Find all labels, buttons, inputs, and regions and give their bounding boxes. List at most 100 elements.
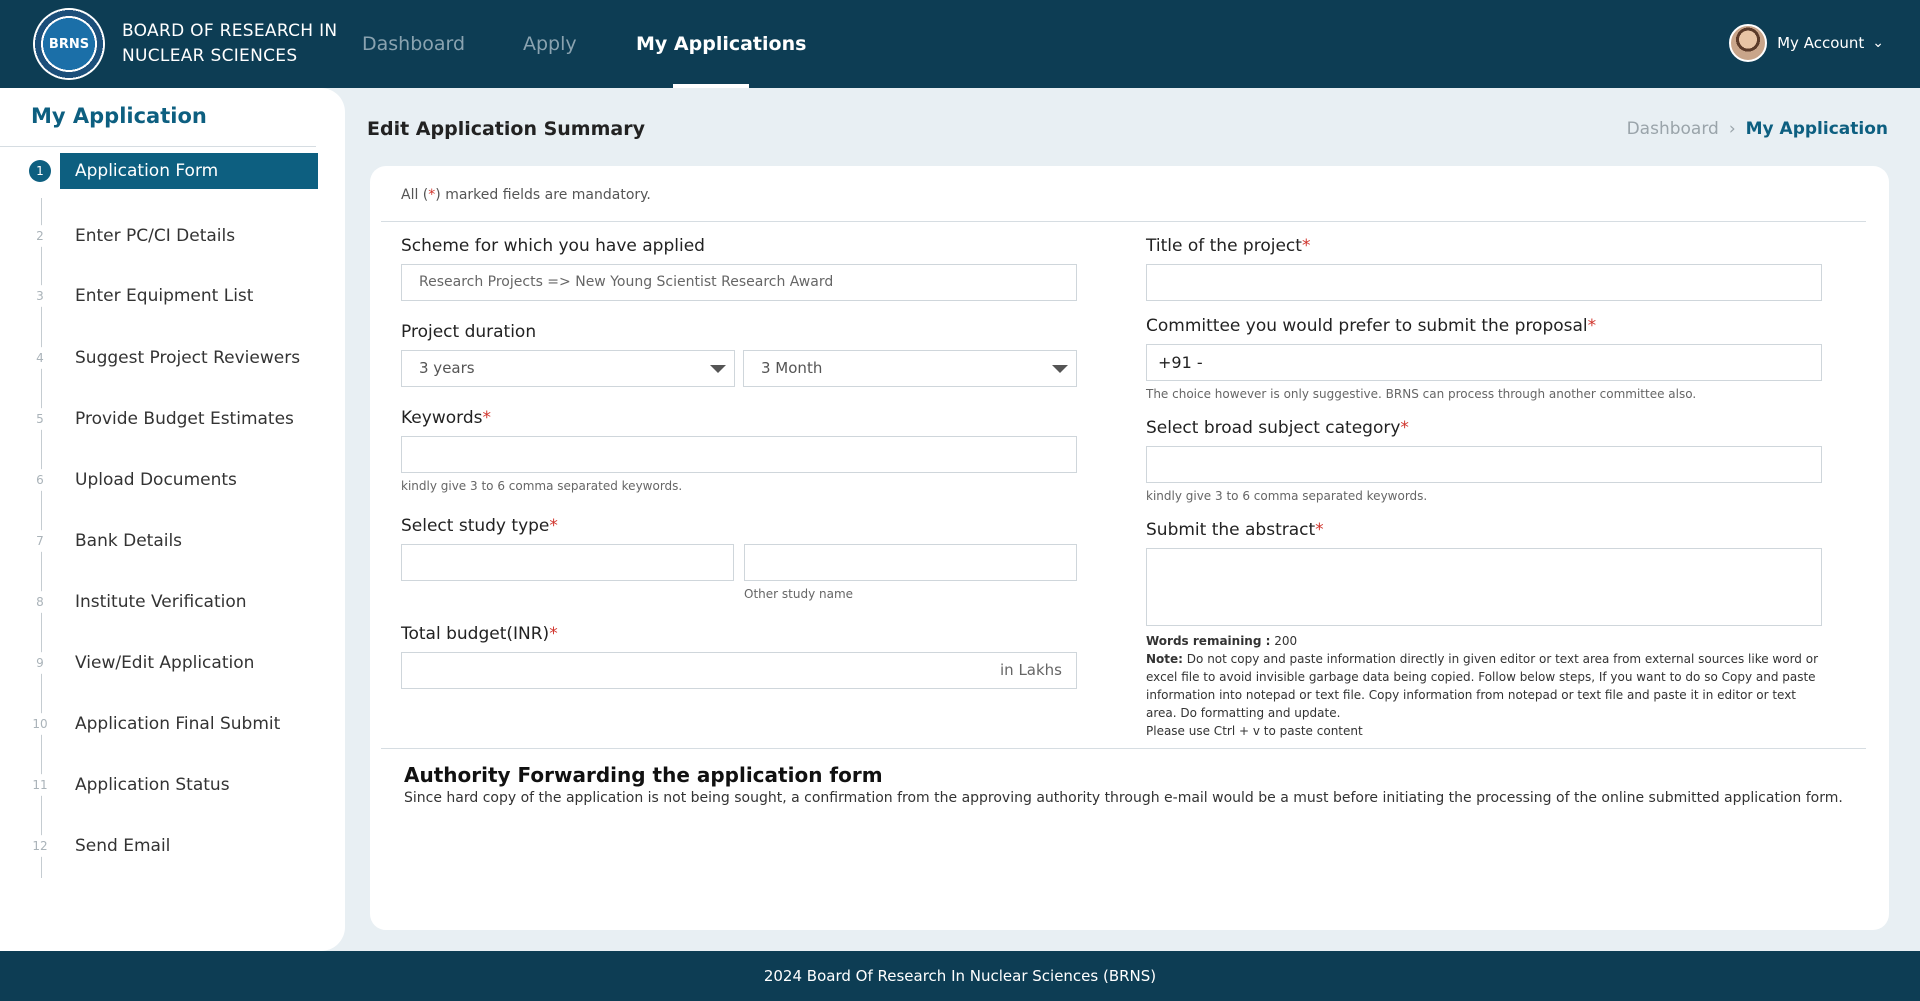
required-star: * — [1587, 316, 1597, 336]
authority-text: Since hard copy of the application is no… — [404, 790, 1843, 806]
breadcrumb-separator: › — [1728, 119, 1736, 139]
step-label: Application Form — [75, 161, 219, 181]
project-title-label-text: Title of the project — [1146, 236, 1302, 256]
duration-years-value: 3 years — [419, 359, 475, 377]
subject-category-label-text: Select broad subject category — [1146, 418, 1401, 438]
step-number: 8 — [29, 591, 51, 613]
words-remaining-label: Words remaining : — [1146, 634, 1271, 648]
sidebar-step-5[interactable]: 5 Provide Budget Estimates — [29, 402, 319, 436]
abstract-label: Submit the abstract* — [1146, 520, 1324, 540]
step-number: 1 — [29, 160, 51, 182]
org-name-line1: BOARD OF RESEARCH IN — [122, 21, 338, 41]
mandatory-note: All (*) marked fields are mandatory. — [401, 187, 651, 203]
mandatory-suffix: ) marked fields are mandatory. — [435, 187, 651, 203]
required-star: * — [482, 408, 491, 428]
sidebar-step-7[interactable]: 7 Bank Details — [29, 524, 319, 558]
words-remaining: Words remaining : 200 — [1146, 632, 1826, 650]
budget-unit: in Lakhs — [1000, 661, 1062, 679]
step-label: Send Email — [75, 836, 171, 856]
step-label: Application Final Submit — [75, 714, 281, 734]
committee-label: Committee you would prefer to submit the… — [1146, 316, 1596, 336]
other-study-hint: Other study name — [744, 587, 854, 601]
note-text: Do not copy and paste information direct… — [1146, 652, 1818, 720]
account-menu[interactable]: My Account ⌄ — [1729, 23, 1884, 63]
required-star: * — [1301, 236, 1311, 256]
step-number: 10 — [29, 713, 51, 735]
nav-my-applications[interactable]: My Applications — [636, 0, 806, 88]
study-type-label: Select study type* — [401, 516, 558, 536]
study-type-label-text: Select study type — [401, 516, 550, 536]
abstract-textarea[interactable] — [1146, 548, 1822, 626]
step-label: View/Edit Application — [75, 653, 255, 673]
words-remaining-value: 200 — [1274, 634, 1298, 648]
sidebar: My Application 1 Application Form 2 Enter P… — [0, 88, 345, 951]
step-label: Enter Equipment List — [75, 286, 254, 306]
step-number: 6 — [29, 469, 51, 491]
sidebar-title: My Application — [31, 104, 207, 128]
project-title-label: Title of the project* — [1146, 236, 1310, 256]
sidebar-step-12[interactable]: 12 Send Email — [29, 829, 319, 863]
chevron-down-icon: ⌄ — [1872, 35, 1884, 51]
sidebar-step-4[interactable]: 4 Suggest Project Reviewers — [29, 341, 319, 375]
footer: 2024 Board Of Research In Nuclear Scienc… — [0, 951, 1920, 1001]
abstract-notes: Words remaining : 200 Note: Do not copy … — [1146, 632, 1826, 740]
required-star: * — [549, 516, 558, 536]
project-title-input[interactable] — [1146, 264, 1822, 301]
committee-label-text: Committee you would prefer to submit the… — [1146, 316, 1588, 336]
sidebar-step-6[interactable]: 6 Upload Documents — [29, 463, 319, 497]
brns-logo[interactable]: BRNS — [33, 8, 105, 80]
step-number: 11 — [29, 774, 51, 796]
step-number: 4 — [29, 347, 51, 369]
step-label: Bank Details — [75, 531, 183, 551]
breadcrumb: Dashboard › My Application — [1627, 119, 1888, 139]
step-label: Enter PC/CI Details — [75, 226, 236, 246]
budget-input[interactable]: in Lakhs — [401, 652, 1077, 689]
step-label: Suggest Project Reviewers — [75, 348, 301, 368]
nav-dashboard[interactable]: Dashboard — [362, 0, 465, 88]
sidebar-divider — [0, 146, 316, 147]
sidebar-step-10[interactable]: 10 Application Final Submit — [29, 707, 319, 741]
authority-title: Authority Forwarding the application for… — [404, 763, 883, 787]
nav-apply[interactable]: Apply — [523, 0, 577, 88]
duration-months-select[interactable]: 3 Month — [743, 350, 1077, 387]
other-study-name-input[interactable] — [744, 544, 1077, 581]
account-label: My Account — [1777, 34, 1865, 52]
duration-months-value: 3 Month — [761, 359, 823, 377]
scheme-label: Scheme for which you have applied — [401, 236, 705, 256]
mandatory-prefix: All ( — [401, 187, 429, 203]
sidebar-step-2[interactable]: 2 Enter PC/CI Details — [29, 219, 319, 253]
subject-category-select[interactable] — [1146, 446, 1822, 483]
sidebar-step-1[interactable]: 1 Application Form — [29, 153, 319, 189]
step-number: 12 — [29, 835, 51, 857]
sidebar-step-9[interactable]: 9 View/Edit Application — [29, 646, 319, 680]
step-number: 9 — [29, 652, 51, 674]
note-label: Note: — [1146, 652, 1183, 666]
committee-input[interactable]: +91 - — [1146, 344, 1822, 381]
org-name: BOARD OF RESEARCH IN NUCLEAR SCIENCES — [122, 19, 337, 69]
step-number: 3 — [29, 285, 51, 307]
page-title: Edit Application Summary — [367, 118, 645, 140]
top-navbar: BRNS BOARD OF RESEARCH IN NUCLEAR SCIENC… — [0, 0, 1920, 88]
required-star: * — [1315, 520, 1324, 540]
budget-label-text: Total budget(INR) — [401, 624, 550, 644]
step-number: 5 — [29, 408, 51, 430]
scheme-field: Research Projects => New Young Scientist… — [401, 264, 1077, 301]
committee-hint: The choice however is only suggestive. B… — [1146, 387, 1697, 401]
keywords-hint: kindly give 3 to 6 comma separated keywo… — [401, 479, 683, 493]
keywords-label: Keywords* — [401, 408, 491, 428]
study-type-select[interactable] — [401, 544, 734, 581]
logo-text: BRNS — [48, 37, 90, 52]
step-number: 2 — [29, 225, 51, 247]
duration-label: Project duration — [401, 322, 537, 342]
abstract-label-text: Submit the abstract — [1146, 520, 1316, 540]
duration-years-select[interactable]: 3 years — [401, 350, 735, 387]
step-number: 7 — [29, 530, 51, 552]
subject-category-label: Select broad subject category* — [1146, 418, 1409, 438]
active-nav-indicator — [673, 84, 749, 88]
sidebar-step-3[interactable]: 3 Enter Equipment List — [29, 279, 319, 313]
breadcrumb-current: My Application — [1745, 119, 1888, 139]
sidebar-step-11[interactable]: 11 Application Status — [29, 768, 319, 802]
keywords-input[interactable] — [401, 436, 1077, 473]
breadcrumb-dashboard[interactable]: Dashboard — [1627, 119, 1719, 139]
sidebar-step-8[interactable]: 8 Institute Verification — [29, 585, 319, 619]
